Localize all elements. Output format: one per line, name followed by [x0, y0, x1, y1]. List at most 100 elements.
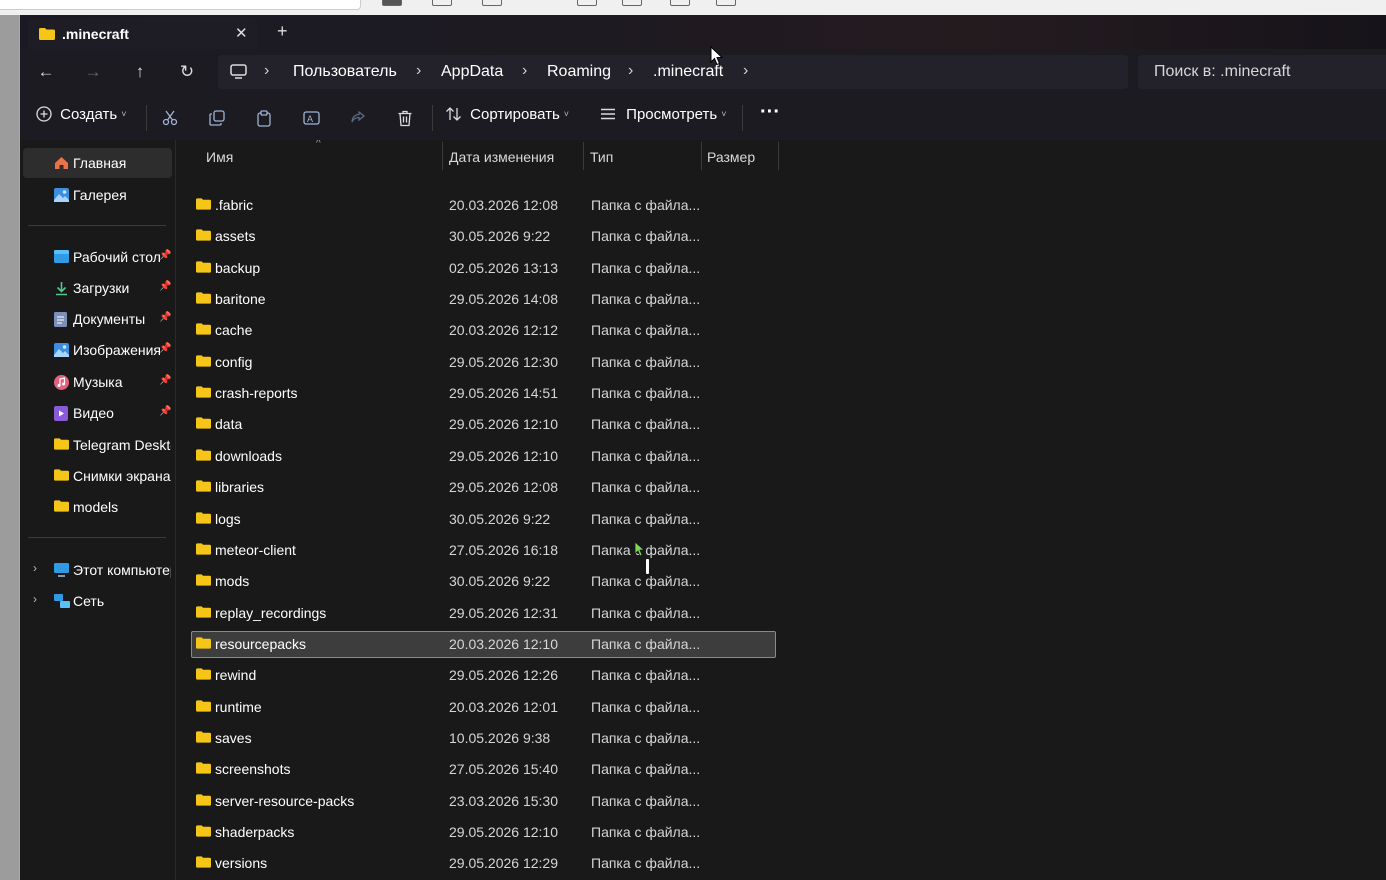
- sort-button[interactable]: Сортировать ˅: [445, 106, 569, 123]
- file-date: 30.05.2026 9:22: [449, 573, 551, 590]
- rename-icon[interactable]: A: [303, 110, 320, 126]
- file-row[interactable]: versions 29.05.2026 12:29 Папка с файла...: [191, 850, 776, 877]
- folder-icon: [196, 699, 211, 712]
- file-date: 29.05.2026 12:31: [449, 604, 558, 621]
- column-resizer[interactable]: [583, 142, 584, 170]
- chevron-right-icon[interactable]: ›: [33, 561, 37, 575]
- file-explorer-window: .minecraft ✕ + ← → ↑ ↻ › Пользователь › …: [20, 15, 1386, 880]
- file-row[interactable]: resourcepacks 20.03.2026 12:10 Папка с фай…: [191, 630, 776, 658]
- folder-icon: [196, 825, 211, 837]
- sidebar-item-screenshots[interactable]: Снимки экрана: [20, 461, 175, 491]
- file-row[interactable]: backup 02.05.2026 13:13 Папка с файла...: [191, 255, 776, 282]
- column-resizer[interactable]: [778, 142, 779, 170]
- chevron-down-icon: ˅: [563, 109, 570, 119]
- file-row[interactable]: cache 20.03.2026 12:12 Папка с файла...: [191, 317, 776, 344]
- file-type: Папка с файла...: [591, 667, 701, 684]
- column-header-type[interactable]: Тип: [590, 149, 613, 165]
- file-name: .fabric: [215, 197, 254, 213]
- file-row[interactable]: data 29.05.2026 12:10 Папка с файла...: [191, 411, 776, 438]
- tab-minecraft[interactable]: .minecraft ✕: [28, 18, 258, 49]
- background-toolbar-icon: [432, 0, 452, 6]
- file-row[interactable]: logs 30.05.2026 9:22 Папка с файла...: [191, 506, 776, 533]
- file-type: Папка с файла...: [591, 291, 701, 308]
- sidebar-item-this-pc[interactable]: › Этот компьютер: [20, 555, 175, 585]
- sidebar-item-label: Изображения: [73, 342, 161, 358]
- file-row[interactable]: server-resource-packs 23.03.2026 15:30 Пап…: [191, 788, 776, 815]
- view-button[interactable]: Просмотреть ˅: [600, 106, 726, 123]
- delete-icon[interactable]: [397, 110, 413, 127]
- navigation-pane: Главная Галерея Рабочий стол 📌 Загрузки …: [20, 140, 175, 880]
- folder-icon: [196, 449, 211, 461]
- file-row[interactable]: saves 10.05.2026 9:38 Папка с файла...: [191, 725, 776, 752]
- folder-icon: [196, 480, 211, 492]
- breadcrumb-separator[interactable]: ›: [628, 62, 633, 80]
- toolbar-divider: [742, 105, 743, 131]
- file-row[interactable]: meteor-client 27.05.2026 16:18 Папка с фай…: [191, 537, 776, 564]
- file-row[interactable]: crash-reports 29.05.2026 14:51 Папка с фай…: [191, 380, 776, 407]
- chevron-right-icon[interactable]: ›: [33, 592, 37, 606]
- folder-icon: [54, 438, 69, 450]
- breadcrumb-separator[interactable]: ›: [264, 62, 269, 80]
- sidebar-item-gallery[interactable]: Галерея: [20, 180, 175, 210]
- sidebar-item-telegram[interactable]: Telegram Desktop: [20, 430, 175, 460]
- breadcrumb-separator[interactable]: ›: [416, 62, 421, 80]
- sidebar-item-models[interactable]: models: [20, 492, 175, 522]
- file-row[interactable]: downloads 29.05.2026 12:10 Папка с файла..…: [191, 443, 776, 470]
- file-name: data: [215, 416, 243, 433]
- sidebar-item-pictures[interactable]: Изображения 📌: [20, 335, 175, 365]
- file-row[interactable]: shaderpacks 29.05.2026 12:10 Папка с файла…: [191, 819, 776, 846]
- file-type: Папка с файла...: [591, 604, 701, 621]
- column-resizer[interactable]: [442, 142, 443, 170]
- refresh-button[interactable]: ↻: [177, 62, 197, 82]
- sidebar-item-downloads[interactable]: Загрузки 📌: [20, 273, 175, 303]
- folder-icon: [196, 511, 211, 524]
- breadcrumb-item[interactable]: Roaming: [547, 63, 611, 81]
- sidebar-item-network[interactable]: › Сеть: [20, 586, 175, 616]
- file-row[interactable]: assets 30.05.2026 9:22 Папка с файла...: [191, 223, 776, 250]
- share-icon[interactable]: [350, 110, 366, 126]
- sidebar-divider: [28, 225, 166, 226]
- sidebar-item-documents[interactable]: Документы 📌: [20, 304, 175, 334]
- file-type: Папка с файла...: [591, 510, 701, 527]
- column-header-date[interactable]: Дата изменения: [449, 149, 554, 165]
- more-options-button[interactable]: ···: [760, 101, 780, 124]
- new-tab-button[interactable]: +: [277, 21, 288, 42]
- close-tab-icon[interactable]: ✕: [235, 24, 248, 42]
- breadcrumb-separator[interactable]: ›: [522, 62, 527, 80]
- breadcrumb-item[interactable]: Пользователь: [293, 63, 397, 81]
- create-button[interactable]: Создать ˅: [36, 106, 126, 123]
- paste-icon[interactable]: [256, 110, 272, 127]
- file-row[interactable]: libraries 29.05.2026 12:08 Папка с файла..…: [191, 474, 776, 501]
- file-row[interactable]: runtime 20.03.2026 12:01 Папка с файла...: [191, 694, 776, 721]
- file-type: Папка с файла...: [591, 259, 701, 276]
- sidebar-item-label: Галерея: [73, 187, 127, 203]
- cut-icon[interactable]: [162, 110, 178, 126]
- address-bar[interactable]: › Пользователь › AppData › Roaming › .mi…: [218, 55, 1128, 89]
- file-row[interactable]: .fabric 20.03.2026 12:08 Папка с файла...: [191, 192, 776, 219]
- back-button[interactable]: ←: [36, 62, 56, 82]
- up-button[interactable]: ↑: [130, 62, 150, 82]
- file-row[interactable]: baritone 29.05.2026 14:08 Папка с файла...: [191, 286, 776, 313]
- sidebar-item-home[interactable]: Главная: [23, 148, 172, 178]
- breadcrumb-separator[interactable]: ›: [743, 62, 748, 80]
- sidebar-item-desktop[interactable]: Рабочий стол 📌: [20, 242, 175, 272]
- music-icon: [54, 375, 69, 390]
- forward-button[interactable]: →: [83, 62, 103, 82]
- sidebar-item-music[interactable]: Музыка 📌: [20, 367, 175, 397]
- file-row[interactable]: replay_recordings 29.05.2026 12:31 Папка с…: [191, 600, 776, 627]
- file-type: Папка с файла...: [591, 228, 701, 245]
- breadcrumb-item[interactable]: AppData: [441, 63, 503, 81]
- column-resizer[interactable]: [701, 142, 702, 170]
- copy-icon[interactable]: [209, 110, 225, 126]
- search-input[interactable]: Поиск в: .minecraft: [1138, 55, 1386, 89]
- column-header-size[interactable]: Размер: [707, 149, 755, 165]
- file-list: Имя ^ Дата изменения Тип Размер .fabric 2…: [176, 140, 1386, 880]
- computer-icon: [230, 64, 247, 79]
- file-row[interactable]: mods 30.05.2026 9:22 Папка с файла...: [191, 568, 776, 595]
- file-date: 02.05.2026 13:13: [449, 259, 558, 276]
- file-row[interactable]: config 29.05.2026 12:30 Папка с файла...: [191, 349, 776, 376]
- sidebar-item-label: Сеть: [73, 593, 105, 609]
- file-row[interactable]: rewind 29.05.2026 12:26 Папка с файла...: [191, 662, 776, 689]
- file-row[interactable]: screenshots 27.05.2026 15:40 Папка с файла…: [191, 756, 776, 783]
- sidebar-item-videos[interactable]: Видео 📌: [20, 398, 175, 428]
